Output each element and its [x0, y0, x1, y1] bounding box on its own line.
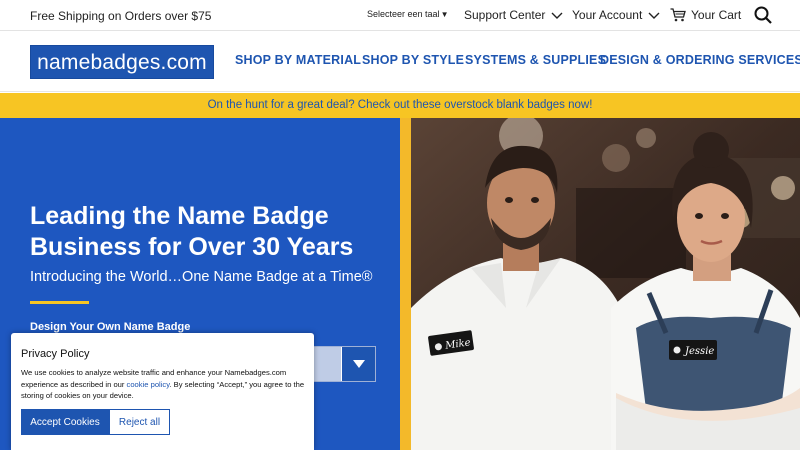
- chevron-down-icon: [648, 12, 660, 19]
- nav-shop-by-material[interactable]: SHOP BY MATERIAL: [235, 53, 361, 67]
- language-selector[interactable]: Selecteer een taal▼: [367, 9, 448, 19]
- language-caret-icon: ▼: [440, 10, 449, 19]
- chevron-down-icon: [551, 12, 563, 19]
- hero-accent-stripe: [400, 118, 411, 450]
- hero-divider: [30, 301, 89, 304]
- cookie-dialog-title: Privacy Policy: [21, 348, 90, 360]
- badge-name-jessie: Jessie: [683, 346, 714, 357]
- your-account-link[interactable]: Your Account: [572, 8, 660, 22]
- nav-design-ordering-services[interactable]: DESIGN & ORDERING SERVICES: [600, 53, 800, 67]
- search-icon[interactable]: [754, 6, 772, 24]
- site-logo[interactable]: namebadges.com: [30, 45, 214, 79]
- dropdown-arrow-icon: [352, 360, 365, 368]
- cookie-consent-dialog: Privacy Policy We use cookies to analyze…: [11, 333, 314, 450]
- cart-icon: [670, 8, 686, 22]
- your-cart-label: Your Cart: [691, 8, 742, 22]
- free-shipping-text: Free Shipping on Orders over $75: [30, 9, 212, 23]
- utility-bar: Free Shipping on Orders over $75 Selecte…: [0, 0, 800, 31]
- hero-photo: Mike Jessie: [411, 118, 800, 450]
- select-dropdown-button[interactable]: [341, 347, 375, 381]
- design-your-own-label: Design Your Own Name Badge: [30, 321, 191, 333]
- hero-photo-illustration: Mike Jessie: [411, 118, 800, 450]
- hero-headline: Leading the Name Badge Business for Over…: [30, 202, 354, 261]
- nav-shop-by-style[interactable]: SHOP BY STYLE: [362, 53, 464, 67]
- language-selector-label: Selecteer een taal: [367, 9, 440, 19]
- reject-all-button[interactable]: Reject all: [109, 409, 170, 435]
- your-cart-link[interactable]: Your Cart: [670, 8, 741, 22]
- main-navigation: namebadges.com SHOP BY MATERIAL SHOP BY …: [0, 31, 800, 92]
- accept-cookies-button[interactable]: Accept Cookies: [21, 409, 109, 435]
- nav-systems-supplies[interactable]: SYSTEMS & SUPPLIES: [465, 53, 606, 67]
- support-center-label: Support Center: [464, 8, 546, 22]
- promo-banner[interactable]: On the hunt for a great deal? Check out …: [0, 93, 800, 118]
- cookie-dialog-body: We use cookies to analyze website traffi…: [21, 367, 306, 402]
- hero-subheadline: Introducing the World…One Name Badge at …: [30, 269, 373, 285]
- your-account-label: Your Account: [572, 8, 643, 22]
- support-center-link[interactable]: Support Center: [464, 8, 563, 22]
- cookie-policy-link[interactable]: cookie policy: [127, 380, 170, 389]
